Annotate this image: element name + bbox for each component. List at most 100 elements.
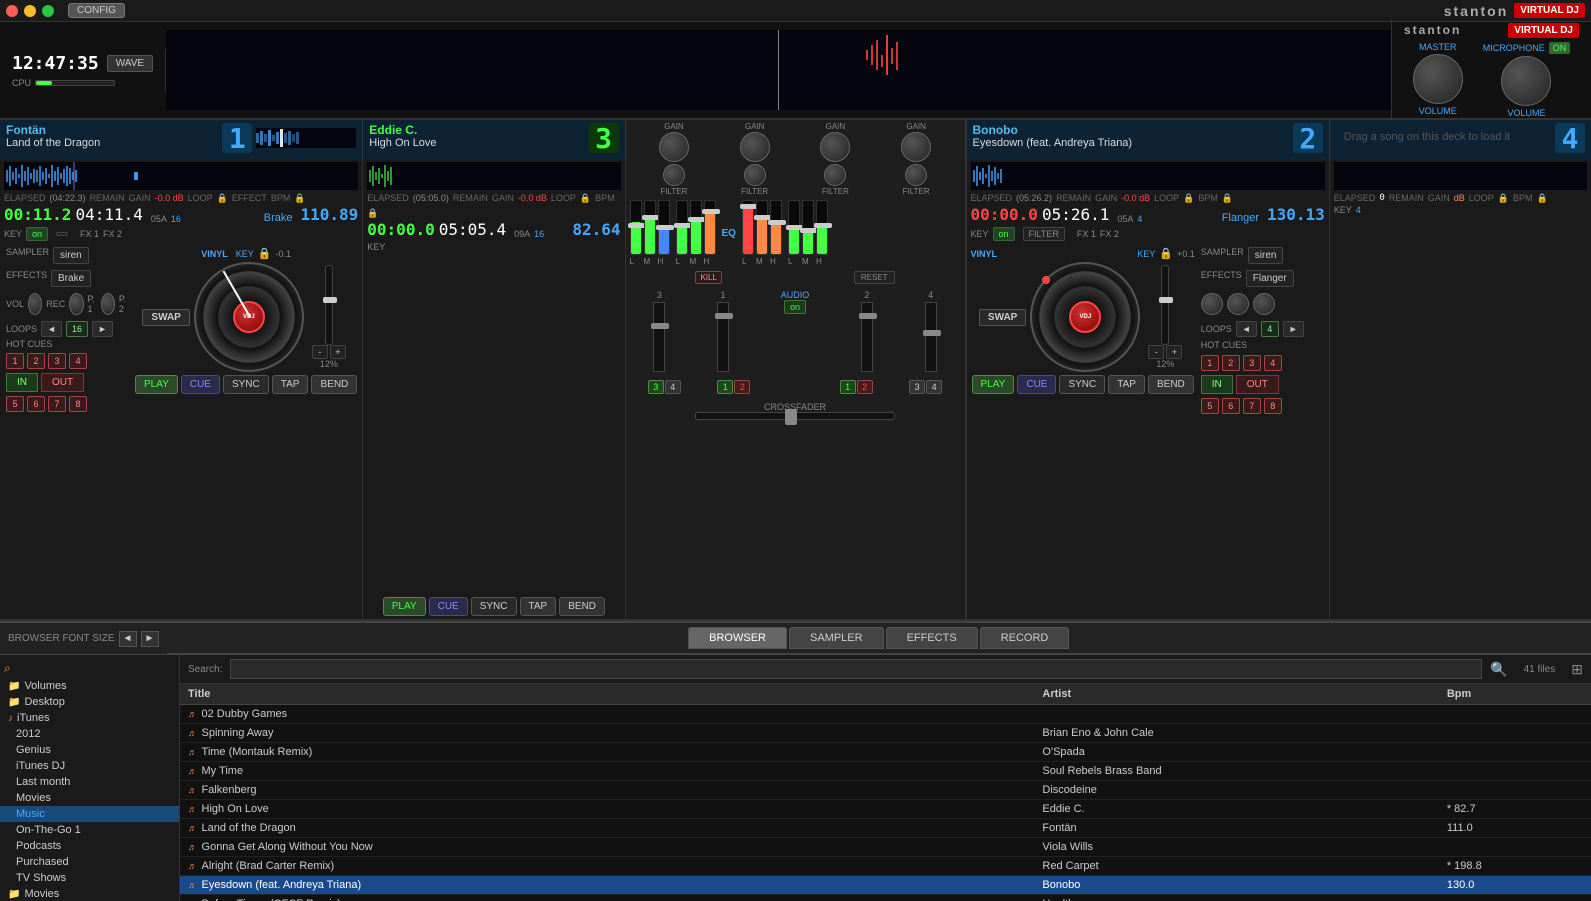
microphone-volume-knob[interactable] (1501, 56, 1551, 106)
mixer-eq-ch2-mid[interactable] (690, 200, 702, 255)
deck2-hot2[interactable]: 2 (1222, 355, 1240, 371)
mixer-eq-ch1-mid-thumb[interactable] (642, 215, 660, 220)
deck1-cue-btn[interactable]: CUE (181, 375, 220, 394)
deck1-bend-plus[interactable]: + (330, 345, 346, 359)
add-to-list-btn[interactable]: ⊞ (1571, 661, 1583, 678)
mixer-ch3-num1[interactable]: 3 (648, 380, 664, 394)
tab-record[interactable]: RECORD (980, 627, 1070, 649)
sidebar-item-itunes[interactable]: ♪ iTunes (0, 710, 179, 726)
mixer-gain-knob-2[interactable] (740, 132, 770, 162)
mixer-eq-ch2-low[interactable] (676, 200, 688, 255)
mixer-eq-ch1-high[interactable] (658, 200, 670, 255)
sidebar-item-genius[interactable]: Genius (0, 742, 179, 758)
search-icon-btn[interactable]: 🔍 (1490, 661, 1507, 678)
mixer-eq-ch3-mid[interactable] (756, 200, 768, 255)
mixer-ch1-fader[interactable] (717, 302, 729, 372)
deck1-sampler-val[interactable]: siren (53, 247, 89, 264)
deck1-p2-knob[interactable] (101, 293, 115, 315)
deck1-in-btn[interactable]: IN (6, 373, 38, 392)
deck2-key-on[interactable]: on (993, 227, 1015, 241)
sidebar-item-lastmonth[interactable]: Last month (0, 774, 179, 790)
table-row[interactable]: ♬ Time (Montauk Remix)O'Spada (180, 743, 1591, 762)
col-artist[interactable]: Artist (1034, 684, 1438, 705)
sidebar-item-movies2[interactable]: 📁 Movies (0, 886, 179, 901)
mixer-ch2-num2[interactable]: 2 (857, 380, 873, 394)
sidebar-item-podcasts[interactable]: Podcasts (0, 838, 179, 854)
deck2-sync-btn[interactable]: SYNC (1059, 375, 1105, 394)
mixer-eq-ch2-mid-thumb[interactable] (688, 217, 706, 222)
tab-browser[interactable]: BROWSER (688, 627, 787, 649)
font-size-increase[interactable]: ► (141, 631, 159, 647)
deck1-effects-val[interactable]: Brake (51, 270, 91, 287)
deck2-cue-btn[interactable]: CUE (1017, 375, 1056, 394)
deck1-pitch-track[interactable] (325, 265, 333, 345)
mixer-ch3-num2[interactable]: 4 (665, 380, 681, 394)
tab-sampler[interactable]: SAMPLER (789, 627, 884, 649)
deck3-play-btn[interactable]: PLAY (383, 597, 426, 616)
deck2-effects-val[interactable]: Flanger (1246, 270, 1294, 287)
sidebar-item-volumes[interactable]: 📁 Volumes (0, 678, 179, 694)
deck1-swap-btn[interactable]: SWAP (142, 309, 189, 326)
mixer-gain-knob-1[interactable] (659, 132, 689, 162)
deck1-vinyl-platter[interactable]: VDJ (194, 262, 304, 372)
deck2-pitch-slider[interactable]: - + 12% (1144, 265, 1186, 369)
mixer-eq-ch2-high-thumb[interactable] (702, 209, 720, 214)
deck2-bend-plus[interactable]: + (1166, 345, 1182, 359)
deck3-tap-btn[interactable]: TAP (520, 597, 557, 616)
deck1-bend-btn[interactable]: BEND (311, 375, 357, 394)
table-row[interactable]: ♬ Spinning AwayBrian Eno & John Cale (180, 724, 1591, 743)
mixer-eq-ch1-high-thumb[interactable] (656, 225, 674, 230)
mixer-ch1-num1[interactable]: 1 (717, 380, 733, 394)
deck1-sync-btn[interactable]: SYNC (223, 375, 269, 394)
deck2-loop-prev[interactable]: ◄ (1236, 321, 1257, 337)
deck2-p1-knob[interactable] (1227, 293, 1249, 315)
mixer-filter-knob-1[interactable] (663, 164, 685, 186)
sidebar-item-purchased[interactable]: Purchased (0, 854, 179, 870)
deck1-pitch-thumb[interactable] (323, 297, 337, 303)
table-row[interactable]: ♬ 02 Dubby Games (180, 705, 1591, 724)
deck2-play-btn[interactable]: PLAY (972, 375, 1015, 394)
table-row[interactable]: ♬ My TimeSoul Rebels Brass Band (180, 762, 1591, 781)
deck1-p1-knob[interactable] (69, 293, 83, 315)
deck1-tap-btn[interactable]: TAP (272, 375, 309, 394)
mixer-eq-ch1-low-thumb[interactable] (628, 223, 646, 228)
sidebar-item-2012[interactable]: 2012 (0, 726, 179, 742)
deck2-hot5[interactable]: 5 (1201, 398, 1219, 414)
deck1-key-on[interactable]: on (26, 227, 48, 241)
deck1-vol-knob[interactable] (28, 293, 42, 315)
deck3-sync-btn[interactable]: SYNC (471, 597, 517, 616)
table-row[interactable]: ♬ High On LoveEddie C.* 82.7 (180, 800, 1591, 819)
deck2-loop-next[interactable]: ► (1283, 321, 1304, 337)
table-row[interactable]: ♬ FalkenbergDiscodeine (180, 781, 1591, 800)
deck1-hot2[interactable]: 2 (27, 353, 45, 369)
deck3-bend-btn[interactable]: BEND (559, 597, 605, 616)
deck2-hot7[interactable]: 7 (1243, 398, 1261, 414)
table-row[interactable]: ♬ Land of the DragonFontän111.0 (180, 819, 1591, 838)
deck1-play-btn[interactable]: PLAY (135, 375, 178, 394)
maximize-button[interactable] (42, 5, 54, 17)
master-volume-knob[interactable] (1413, 54, 1463, 104)
mixer-eq-ch2-high[interactable] (704, 200, 716, 255)
mixer-ch1-num2[interactable]: 2 (734, 380, 750, 394)
mixer-eq-ch4-low[interactable] (788, 200, 800, 255)
deck2-vinyl-platter[interactable]: VDJ (1030, 262, 1140, 372)
deck2-swap-btn[interactable]: SWAP (979, 309, 1026, 326)
mixer-eq-ch4-high-thumb[interactable] (814, 223, 832, 228)
mixer-eq-ch1-low[interactable] (630, 200, 642, 255)
search-input[interactable] (230, 659, 1482, 679)
config-button[interactable]: CONFIG (68, 3, 125, 18)
deck1-loop-prev[interactable]: ◄ (41, 321, 62, 337)
table-row[interactable]: ♬ Before Tigers (CFCF Remix)Health (180, 895, 1591, 901)
deck2-out-btn[interactable]: OUT (1236, 375, 1279, 394)
close-button[interactable] (6, 5, 18, 17)
mixer-filter-knob-4[interactable] (905, 164, 927, 186)
file-list-scroll[interactable]: Title Artist Bpm ♬ 02 Dubby Games♬ Spinn… (180, 684, 1591, 901)
mixer-ch2-fader[interactable] (861, 302, 873, 372)
deck1-loop-next[interactable]: ► (92, 321, 113, 337)
col-title[interactable]: Title (180, 684, 1034, 705)
deck2-pitch-track[interactable] (1161, 265, 1169, 345)
deck2-hot8[interactable]: 8 (1264, 398, 1282, 414)
deck3-cue-btn[interactable]: CUE (429, 597, 468, 616)
deck1-hot1[interactable]: 1 (6, 353, 24, 369)
sidebar-item-itunesDJ[interactable]: iTunes DJ (0, 758, 179, 774)
